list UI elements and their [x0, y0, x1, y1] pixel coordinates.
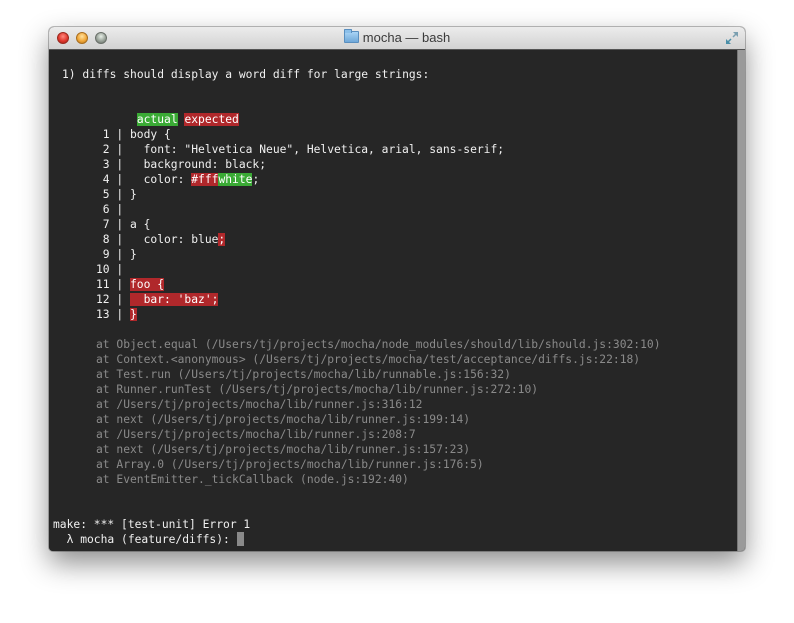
- diff-text: body {: [130, 128, 171, 141]
- diff-actual-segment: white: [218, 173, 253, 186]
- diff-expected-segment: }: [130, 308, 137, 321]
- gutter-separator: |: [109, 128, 130, 141]
- gutter-separator: |: [109, 263, 130, 276]
- folder-icon: [343, 29, 359, 43]
- diff-text: color:: [130, 173, 192, 186]
- failure-heading: 1) diffs should display a word diff for …: [62, 68, 430, 81]
- diff-text: background: black;: [130, 158, 267, 171]
- diff-expected-segment: foo {: [130, 278, 165, 291]
- scrollbar[interactable]: [737, 50, 745, 551]
- line-number: 8: [102, 233, 110, 246]
- diff-text: }: [130, 248, 137, 261]
- fullscreen-arrows-icon[interactable]: [725, 31, 739, 45]
- gutter-separator: |: [109, 233, 130, 246]
- window-title: mocha — bash: [49, 29, 745, 46]
- line-number: 5: [102, 188, 110, 201]
- gutter-separator: |: [109, 308, 130, 321]
- diff-line: 8 | color: blue;: [96, 232, 226, 247]
- line-number: 13: [96, 308, 110, 321]
- gutter-separator: |: [109, 203, 130, 216]
- diff-line: 11 | foo {: [96, 277, 165, 292]
- diff-line: 10 |: [96, 262, 130, 277]
- gutter-separator: |: [109, 158, 130, 171]
- legend-actual: actual: [136, 113, 178, 126]
- gutter-separator: |: [109, 188, 130, 201]
- diff-legend: actual expected: [96, 97, 239, 126]
- gutter-separator: |: [109, 293, 130, 306]
- diff-line: 12 | bar: 'baz';: [96, 292, 219, 307]
- title-bar[interactable]: mocha — bash: [49, 27, 745, 50]
- diff-line: 6 |: [96, 202, 130, 217]
- stack-frame: at /Users/tj/projects/mocha/lib/runner.j…: [96, 428, 416, 441]
- stack-frame: at /Users/tj/projects/mocha/lib/runner.j…: [96, 398, 423, 411]
- diff-line: 3 | background: black;: [96, 157, 266, 172]
- line-number: 12: [96, 293, 110, 306]
- diff-expected-segment: bar: 'baz';: [130, 293, 219, 306]
- gutter-separator: |: [109, 143, 130, 156]
- diff-line: 1 | body {: [96, 127, 171, 142]
- gutter-separator: |: [109, 218, 130, 231]
- line-number: 7: [102, 218, 110, 231]
- diff-text: color: blue: [130, 233, 219, 246]
- stack-frame: at Runner.runTest (/Users/tj/projects/mo…: [96, 383, 539, 396]
- stack-frame: at Object.equal (/Users/tj/projects/moch…: [96, 338, 661, 351]
- diff-text: font: "Helvetica Neue", Helvetica, arial…: [130, 143, 505, 156]
- text-cursor: [236, 532, 244, 546]
- make-error-line: make: *** [test-unit] Error 1: [53, 518, 251, 531]
- diff-text: a {: [130, 218, 151, 231]
- line-number: 2: [102, 143, 110, 156]
- stack-frame: at Test.run (/Users/tj/projects/mocha/li…: [96, 368, 511, 381]
- diff-expected-segment: ;: [218, 233, 226, 246]
- diff-line: 13 | }: [96, 307, 137, 322]
- stack-frame: at next (/Users/tj/projects/mocha/lib/ru…: [96, 443, 471, 456]
- stack-frame: at EventEmitter._tickCallback (node.js:1…: [96, 473, 409, 486]
- diff-expected-segment: #fff: [191, 173, 219, 186]
- terminal-output[interactable]: 1) diffs should display a word diff for …: [49, 50, 737, 551]
- legend-expected: expected: [184, 113, 239, 126]
- gutter-separator: |: [109, 278, 130, 291]
- line-number: 4: [102, 173, 110, 186]
- stack-frame: at next (/Users/tj/projects/mocha/lib/ru…: [96, 413, 471, 426]
- stack-frame: at Array.0 (/Users/tj/projects/mocha/lib…: [96, 458, 484, 471]
- line-number: 11: [96, 278, 110, 291]
- line-number: 6: [102, 203, 110, 216]
- gutter-separator: |: [109, 173, 130, 186]
- diff-line: 2 | font: "Helvetica Neue", Helvetica, a…: [96, 142, 504, 157]
- line-number: 10: [96, 263, 110, 276]
- diff-line: 7 | a {: [96, 217, 151, 232]
- stack-frame: at Context.<anonymous> (/Users/tj/projec…: [96, 353, 641, 366]
- diff-text: }: [130, 188, 137, 201]
- shell-prompt: λ mocha (feature/diffs):: [53, 533, 237, 546]
- line-number: 9: [102, 248, 110, 261]
- diff-text: ;: [252, 173, 260, 186]
- line-number: 3: [102, 158, 110, 171]
- line-number: 1: [102, 128, 110, 141]
- gutter-separator: |: [109, 248, 130, 261]
- diff-line: 9 | }: [96, 247, 137, 262]
- terminal-window: mocha — bash 1) diffs should display a w…: [49, 27, 745, 551]
- diff-line: 5 | }: [96, 187, 137, 202]
- diff-line: 4 | color: #fffwhite;: [96, 172, 259, 187]
- window-title-text: mocha — bash: [362, 30, 451, 45]
- prompt-line[interactable]: λ mocha (feature/diffs):: [53, 532, 244, 547]
